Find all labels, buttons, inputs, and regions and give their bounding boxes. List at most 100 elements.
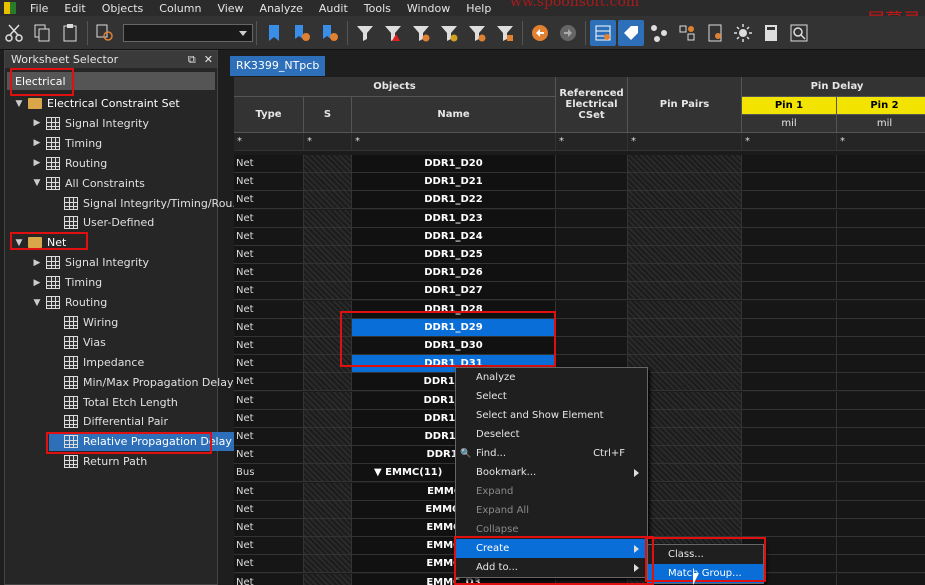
pin-delay-cell[interactable] [837,537,925,556]
pin-delay-cell[interactable] [837,391,925,410]
tab-electrical[interactable]: Electrical [7,72,215,90]
filter-cell[interactable]: * [234,133,304,151]
tree-item[interactable]: Relative Propagation Delay [49,432,238,452]
tree-item[interactable]: ▼ Net [13,233,67,252]
redo-icon[interactable] [555,20,581,46]
type-cell[interactable]: Net [234,337,304,355]
hatched-cell[interactable] [628,173,742,192]
table-row[interactable]: Net DDR1_D24 [234,227,925,246]
cset-cell[interactable] [556,264,628,283]
expander-icon[interactable]: ▼ [13,238,25,248]
expander-icon[interactable]: ▶ [31,258,43,268]
type-cell[interactable]: Net [234,155,304,173]
next-bookmark-icon[interactable] [289,20,315,46]
table-row[interactable]: Net DDR1_D26 [234,264,925,283]
hatched-cell[interactable] [304,191,352,210]
name-cell[interactable]: DDR1_D25 [352,246,556,264]
menu-tools[interactable]: Tools [356,2,399,15]
type-cell[interactable]: Net [234,391,304,410]
type-cell[interactable]: Net [234,482,304,501]
pin-delay-cell[interactable] [837,464,925,483]
filter-cell[interactable]: * [556,133,628,151]
pin-delay-cell[interactable] [742,173,837,192]
pin-delay-cell[interactable] [837,155,925,173]
cset-cell[interactable] [556,246,628,264]
hatched-cell[interactable] [304,446,352,465]
pin-delay-cell[interactable] [837,373,925,392]
header-name[interactable]: Name [352,97,556,133]
expander-icon[interactable]: ▼ [13,99,25,109]
pin-delay-cell[interactable] [837,519,925,537]
context-menu-item[interactable]: Create [456,539,647,558]
cset-cell[interactable] [556,155,628,173]
pin-delay-cell[interactable] [837,428,925,446]
filter-cell[interactable]: * [837,133,925,151]
tree-item[interactable]: Wiring [49,313,118,332]
pin-delay-cell[interactable] [742,355,837,374]
pin-delay-cell[interactable] [837,337,925,355]
zoom-icon[interactable] [786,20,812,46]
hatched-cell[interactable] [304,519,352,537]
context-menu-item[interactable]: Deselect [456,425,647,444]
name-cell[interactable]: DDR1_D20 [352,155,556,173]
submenu-item[interactable]: Class... [648,545,763,564]
context-menu-item[interactable]: Expand [456,482,647,501]
cset-cell[interactable] [556,337,628,355]
table-row[interactable]: Net DDR1_D30 [234,337,925,355]
hatched-cell[interactable] [628,337,742,355]
pin-delay-cell[interactable] [742,337,837,355]
filter-list-icon[interactable] [464,20,490,46]
hatched-cell[interactable] [304,246,352,264]
pin-delay-cell[interactable] [742,227,837,246]
pin-delay-cell[interactable] [742,519,837,537]
pin-delay-cell[interactable] [837,409,925,428]
context-menu-item[interactable]: Collapse [456,520,647,539]
hatched-cell[interactable] [628,227,742,246]
hatched-cell[interactable] [304,500,352,519]
tree-item[interactable]: Impedance [49,353,144,372]
tree-item[interactable]: ▶ Timing [31,273,102,292]
pin-delay-cell[interactable] [742,209,837,228]
type-cell[interactable]: Net [234,264,304,283]
pin-delay-cell[interactable] [837,282,925,301]
table-row[interactable]: Net DDR1_D29 [234,318,925,337]
table-row[interactable]: Net DDR1_D25 [234,246,925,264]
type-cell[interactable]: Net [234,282,304,301]
name-cell[interactable]: DDR1_D26 [352,264,556,283]
menu-analyze[interactable]: Analyze [252,2,311,15]
table-row[interactable]: Net DDR1_D23 [234,209,925,228]
cset-cell[interactable] [556,209,628,228]
sun-icon[interactable] [730,20,756,46]
cset-cell[interactable] [556,227,628,246]
tree-item[interactable]: ▶ Signal Integrity [31,114,149,133]
tree-item[interactable]: Min/Max Propagation Delays [49,373,239,392]
menu-objects[interactable]: Objects [94,2,152,15]
filter-cell[interactable]: * [352,133,556,151]
type-cell[interactable]: Net [234,355,304,374]
context-menu-item[interactable]: Select and Show Element [456,406,647,425]
link-icon[interactable] [674,20,700,46]
filter-combo[interactable] [123,23,253,42]
filter-cell[interactable]: * [304,133,352,151]
type-cell[interactable]: Net [234,246,304,264]
menu-file[interactable]: File [22,2,56,15]
tree-item[interactable]: User-Defined [49,213,154,232]
hatched-cell[interactable] [304,209,352,228]
pin-delay-cell[interactable] [837,446,925,465]
expander-icon[interactable]: ▶ [31,118,43,128]
hatched-cell[interactable] [628,318,742,337]
name-cell[interactable]: DDR1_D23 [352,209,556,228]
name-cell[interactable]: DDR1_D29 [352,318,556,337]
pin-delay-cell[interactable] [837,482,925,501]
header-pin-pairs[interactable]: Pin Pairs [628,77,742,133]
type-cell[interactable]: Net [234,500,304,519]
type-cell[interactable]: Net [234,573,304,585]
tree-item[interactable]: ▶ Routing [31,154,107,173]
expander-icon[interactable]: ▶ [31,278,43,288]
hierarchy-icon[interactable] [646,20,672,46]
menu-help[interactable]: Help [458,2,499,15]
undo-icon[interactable] [527,20,553,46]
pin-delay-cell[interactable] [837,246,925,264]
name-cell[interactable]: DDR1_D24 [352,227,556,246]
hatched-cell[interactable] [304,409,352,428]
